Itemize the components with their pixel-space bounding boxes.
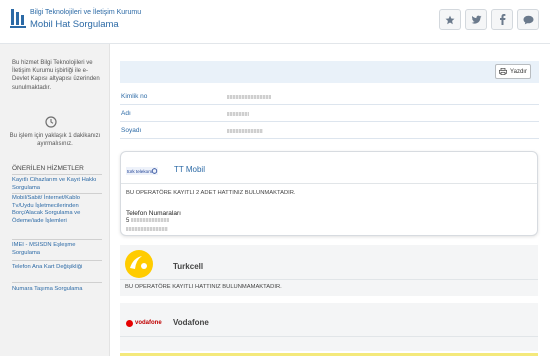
turkcell-name: Turkcell bbox=[173, 262, 204, 271]
divider bbox=[12, 260, 102, 261]
ad-row: Adı bbox=[120, 105, 539, 122]
soyad-row: Soyadı bbox=[120, 122, 539, 139]
kimlik-no-row: Kimlik no bbox=[120, 88, 539, 105]
soyad-label: Soyadı bbox=[121, 127, 142, 134]
phone-numbers-label: Telefon Numaraları bbox=[126, 210, 181, 217]
print-label: Yazdır bbox=[510, 68, 527, 75]
ttmobil-name: TT Mobil bbox=[174, 165, 205, 174]
printer-icon bbox=[499, 68, 507, 75]
clock-icon bbox=[45, 116, 57, 128]
facebook-icon bbox=[499, 14, 505, 25]
divider bbox=[121, 183, 537, 184]
divider bbox=[12, 239, 102, 240]
ad-label: Adı bbox=[121, 110, 131, 117]
phone-prefix: 5 bbox=[126, 218, 130, 224]
print-button[interactable]: Yazdır bbox=[495, 64, 531, 79]
facebook-share-button[interactable] bbox=[491, 9, 513, 30]
recommended-services-heading: ÖNERİLEN HİZMETLER bbox=[12, 165, 84, 172]
ttmobil-status-message: BU OPERATÖRE KAYITLI 2 ADET HATTINIZ BUL… bbox=[126, 190, 296, 196]
kimlik-no-label: Kimlik no bbox=[121, 93, 148, 100]
page-header: Bilgi Teknolojileri ve İletişim Kurumu M… bbox=[0, 0, 550, 44]
vodafone-logo-text: vodafone bbox=[135, 320, 162, 326]
service-link[interactable]: IMEI - MSISDN Eşleşme Sorgulama bbox=[12, 242, 102, 257]
divider bbox=[12, 282, 102, 283]
phone-number-value: 5 bbox=[126, 218, 170, 224]
page-title: Mobil Hat Sorgulama bbox=[30, 19, 119, 30]
divider bbox=[12, 193, 102, 194]
redacted-value bbox=[227, 129, 263, 133]
redacted-value bbox=[227, 95, 271, 99]
turkcell-logo-icon bbox=[125, 250, 153, 278]
main-content: Yazdır Kimlik no Adı Soyadı türk telekom… bbox=[110, 44, 550, 356]
service-intro-text: Bu hizmet Bilgi Teknolojileri ve İletişi… bbox=[12, 60, 100, 91]
operator-card-vodafone: vodafone Vodafone bbox=[120, 303, 538, 351]
divider bbox=[120, 279, 538, 280]
vodafone-logo-icon bbox=[126, 320, 133, 327]
redacted-value bbox=[126, 227, 168, 231]
ttmobil-logo-text: türk telekom bbox=[127, 169, 152, 174]
service-link[interactable]: Kayıtlı Cihazlarım ve Kayıt Hakkı Sorgul… bbox=[12, 177, 102, 192]
result-toolbar: Yazdır bbox=[120, 61, 539, 83]
twitter-share-button[interactable] bbox=[465, 9, 487, 30]
redacted-value bbox=[131, 218, 170, 223]
star-icon bbox=[445, 15, 455, 24]
btk-logo-icon bbox=[10, 9, 26, 28]
comment-button[interactable] bbox=[517, 9, 539, 30]
ttmobil-logo: türk telekom bbox=[126, 164, 158, 176]
operator-card-turkcell: Turkcell BU OPERATÖRE KAYITLI HATTINIZ B… bbox=[120, 245, 538, 296]
comment-icon bbox=[523, 15, 533, 24]
vodafone-name: Vodafone bbox=[173, 318, 209, 327]
operator-card-ttmobil: türk telekom TT Mobil BU OPERATÖRE KAYIT… bbox=[120, 151, 538, 236]
divider bbox=[12, 174, 102, 175]
turkcell-status-message: BU OPERATÖRE KAYITLI HATTINIZ BULUNMAMAK… bbox=[125, 284, 282, 290]
favorite-button[interactable] bbox=[439, 9, 461, 30]
service-link[interactable]: Mobil/Sabit/ İnternet/Kablo Tv/Uydu İşle… bbox=[12, 195, 102, 225]
redacted-value bbox=[227, 112, 249, 116]
sidebar: Bu hizmet Bilgi Teknolojileri ve İletişi… bbox=[0, 44, 110, 356]
service-link[interactable]: Numara Taşıma Sorgulama bbox=[12, 286, 102, 294]
duration-text: Bu işlem için yaklaşık 1 dakikanızı ayır… bbox=[9, 133, 101, 147]
org-name: Bilgi Teknolojileri ve İletişim Kurumu bbox=[30, 9, 142, 16]
divider bbox=[120, 336, 538, 337]
twitter-icon bbox=[471, 15, 481, 24]
service-link[interactable]: Telefon Ana Kart Değişikliği bbox=[12, 264, 102, 272]
